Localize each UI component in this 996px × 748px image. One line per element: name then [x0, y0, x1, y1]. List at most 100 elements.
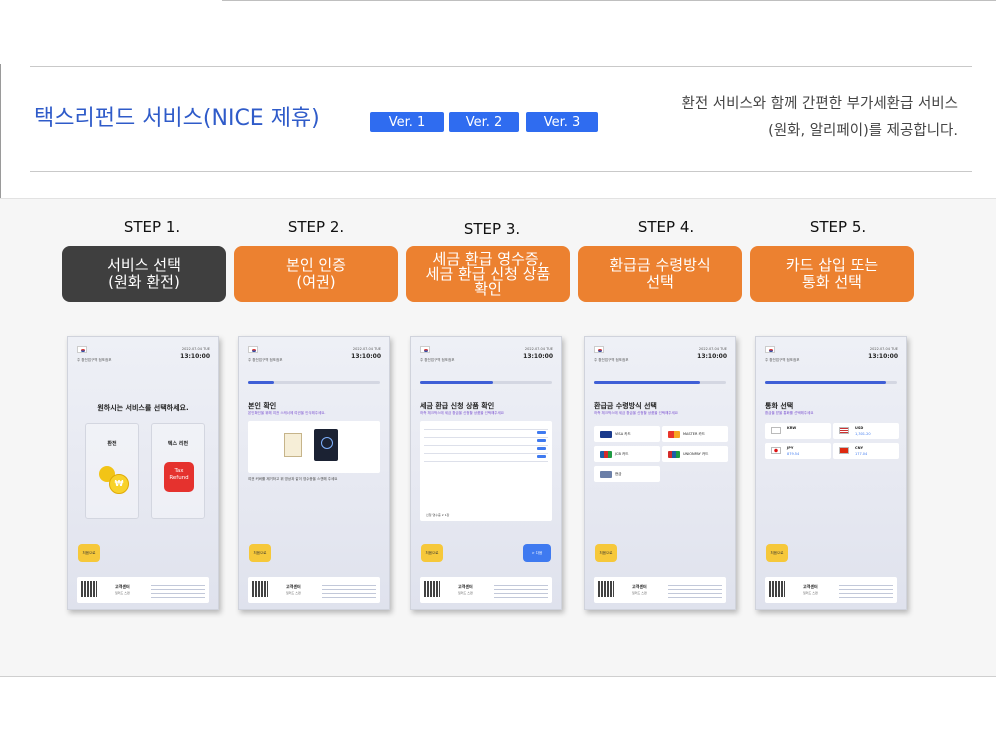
- currency-code: USD: [855, 426, 864, 430]
- shop-name: 주 환전업구역 점포점포: [248, 358, 283, 362]
- tax-refund-card-label: 텍스 리펀: [167, 441, 189, 447]
- home-button[interactable]: 처음으로: [249, 544, 271, 562]
- customer-center-sub: 일러드 스편: [458, 591, 473, 595]
- progress-bar: [594, 381, 726, 384]
- currency-code: CNY: [855, 446, 864, 450]
- japan-flag-icon: [771, 447, 781, 454]
- service-select-title: 원하시는 서비스를 선택하세요.: [97, 404, 189, 412]
- header-bottom-rule: [30, 171, 972, 172]
- detail-button[interactable]: [537, 447, 546, 450]
- version-1-button[interactable]: Ver. 1: [370, 112, 444, 132]
- contact-info-lines: [668, 582, 722, 598]
- korea-flag-icon: [77, 346, 87, 353]
- receipt-sub: 하측 체크박스에 세금 환급을 신청할 상품을 선택해주세요: [420, 411, 504, 415]
- master-option[interactable]: MASTER 카드: [662, 426, 728, 442]
- kiosk-screen-identity: 주 환전업구역 점포점포 2022.07.04 TUE 13:10:00 본인 …: [238, 336, 390, 610]
- mastercard-icon: [668, 430, 680, 438]
- kiosk-screen-receipt-check: 주 환전업구역 점포점포 2022.07.04 TUE 13:10:00 세금 …: [410, 336, 562, 610]
- home-button[interactable]: 처음으로: [421, 544, 443, 562]
- kiosk-time: 13:10:00: [523, 353, 553, 360]
- kiosk-screen-currency: 주 환전업구역 점포점포 2022.07.04 TUE 13:10:00 통화 …: [755, 336, 907, 610]
- left-divider: [0, 64, 1, 198]
- top-divider: [222, 0, 996, 1]
- unionpay-option[interactable]: UNIONPAY 카드: [662, 446, 728, 462]
- kiosk-date: 2022.07.04 TUE: [181, 347, 210, 351]
- detail-button[interactable]: [537, 431, 546, 434]
- description-line-1: 환전 서비스와 함께 간편한 부가세환급 서비스: [681, 96, 958, 112]
- progress-bar: [420, 381, 552, 384]
- exchange-card[interactable]: 환전: [85, 423, 139, 519]
- step-2-label: STEP 2.: [287, 218, 345, 236]
- tax-refund-card[interactable]: 텍스 리펀 Tax Refund: [151, 423, 205, 519]
- next-button[interactable]: > 다음: [523, 544, 551, 562]
- kiosk-date: 2022.07.04 TUE: [869, 347, 898, 351]
- kiosk-screen-refund-method: 주 환전업구역 점포점포 2022.07.04 TUE 13:10:00 환급금…: [584, 336, 736, 610]
- detail-button[interactable]: [537, 455, 546, 458]
- header-description: 환전 서비스와 함께 간편한 부가세환급 서비스 (원화, 알리페이)를 제공합…: [598, 91, 958, 145]
- tax-refund-badge-icon: Tax Refund: [164, 462, 194, 492]
- korea-flag-icon: [248, 346, 258, 353]
- step-4-box: 환급금 수령방식 선택: [578, 246, 742, 302]
- table-row: [424, 429, 548, 430]
- master-label: MASTER 카드: [683, 431, 705, 436]
- customer-center-label: 고객센터: [803, 584, 818, 589]
- detail-button[interactable]: [537, 439, 546, 442]
- won-coin-icon: [99, 462, 129, 494]
- kiosk-footer: 고객센터 일러드 스편: [765, 577, 897, 603]
- kiosk-footer: 고객센터 일러드 스편: [248, 577, 380, 603]
- visa-option[interactable]: VISA 카드: [594, 426, 660, 442]
- currency-sub: 환급을 받을 통화를 선택해주세요: [765, 411, 814, 415]
- unionpay-label: UNIONPAY 카드: [683, 451, 709, 456]
- jcb-label: JCB 카드: [615, 451, 629, 456]
- jcb-icon: [600, 450, 612, 458]
- step-4-label: STEP 4.: [637, 218, 695, 236]
- identity-note: 여권 커버를 제거하고 위 영상과 같이 영수증을 스캔해 주세요: [248, 477, 338, 481]
- contact-info-lines: [322, 582, 376, 598]
- currency-code: KRW: [787, 426, 797, 430]
- qr-code-icon: [252, 581, 268, 597]
- step-1-box: 서비스 선택 (원화 환전): [62, 246, 226, 302]
- currency-amount: 177.04: [855, 452, 868, 456]
- currency-cny[interactable]: CNY 177.04: [833, 443, 899, 459]
- kiosk-time: 13:10:00: [180, 353, 210, 360]
- customer-center-sub: 일러드 스편: [632, 591, 647, 595]
- cash-label: 현금: [615, 471, 622, 476]
- customer-center-label: 고객센터: [115, 584, 130, 589]
- cash-option[interactable]: 현금: [594, 466, 660, 482]
- currency-krw[interactable]: KRW: [765, 423, 831, 439]
- korea-flag-icon: [594, 346, 604, 353]
- currency-usd[interactable]: USD 1,301.20: [833, 423, 899, 439]
- description-line-2: (원화, 알리페이)를 제공합니다.: [768, 123, 958, 139]
- identity-heading: 본인 확인: [248, 402, 277, 410]
- currency-jpy[interactable]: JPY 879.54: [765, 443, 831, 459]
- visa-label: VISA 카드: [615, 431, 631, 436]
- contact-info-lines: [494, 582, 548, 598]
- progress-fill: [594, 381, 700, 384]
- jcb-option[interactable]: JCB 카드: [594, 446, 660, 462]
- table-row: [424, 445, 548, 446]
- kiosk-date: 2022.07.04 TUE: [524, 347, 553, 351]
- step-2-box: 본인 인증 (여권): [234, 246, 398, 302]
- currency-amount: 879.54: [787, 452, 800, 456]
- customer-center-label: 고객센터: [458, 584, 473, 589]
- home-button[interactable]: 처음으로: [78, 544, 100, 562]
- contact-info-lines: [151, 582, 205, 598]
- receipt-table: 신청 영수증 2 1장: [420, 421, 552, 521]
- customer-center-sub: 일러드 스편: [286, 591, 301, 595]
- china-flag-icon: [839, 447, 849, 454]
- header-top-rule: [30, 66, 972, 67]
- korea-flag-icon: [765, 346, 775, 353]
- progress-bar: [765, 381, 897, 384]
- home-button[interactable]: 처음으로: [595, 544, 617, 562]
- version-2-button[interactable]: Ver. 2: [449, 112, 519, 132]
- version-3-button[interactable]: Ver. 3: [526, 112, 598, 132]
- passport-scan-panel: [248, 421, 380, 473]
- shop-name: 주 환전업구역 점포점포: [594, 358, 629, 362]
- kiosk-footer: 고객센터 일러드 스편: [77, 577, 209, 603]
- korea-flag-icon: [420, 346, 430, 353]
- exchange-card-label: 환전: [107, 441, 117, 447]
- qr-code-icon: [424, 581, 440, 597]
- korea-flag-icon: [771, 427, 781, 434]
- home-button[interactable]: 처음으로: [766, 544, 788, 562]
- shop-name: 주 환전업구역 점포점포: [420, 358, 455, 362]
